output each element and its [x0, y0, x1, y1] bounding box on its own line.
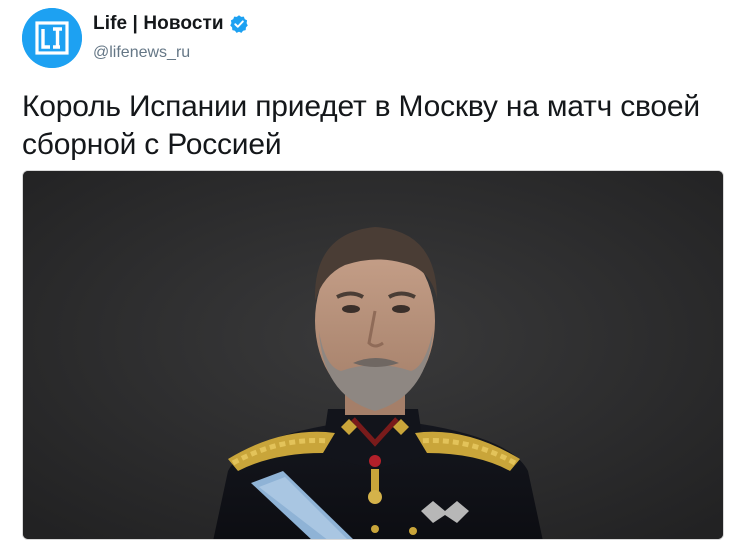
author-names: Life | Новости @lifenews_ru — [93, 12, 249, 62]
life-logo-icon — [22, 8, 82, 68]
tweet-text: Король Испании приедет в Москву на матч … — [22, 90, 700, 161]
avatar[interactable] — [22, 8, 82, 68]
tweet-photo[interactable] — [22, 170, 724, 540]
verified-badge-icon — [229, 15, 248, 33]
display-name[interactable]: Life | Новости — [93, 13, 224, 35]
portrait-photo — [23, 171, 723, 539]
tweet-header: Life | Новости @lifenews_ru — [22, 8, 708, 72]
display-name-row: Life | Новости — [93, 12, 249, 36]
handle[interactable]: @lifenews_ru — [93, 44, 249, 62]
